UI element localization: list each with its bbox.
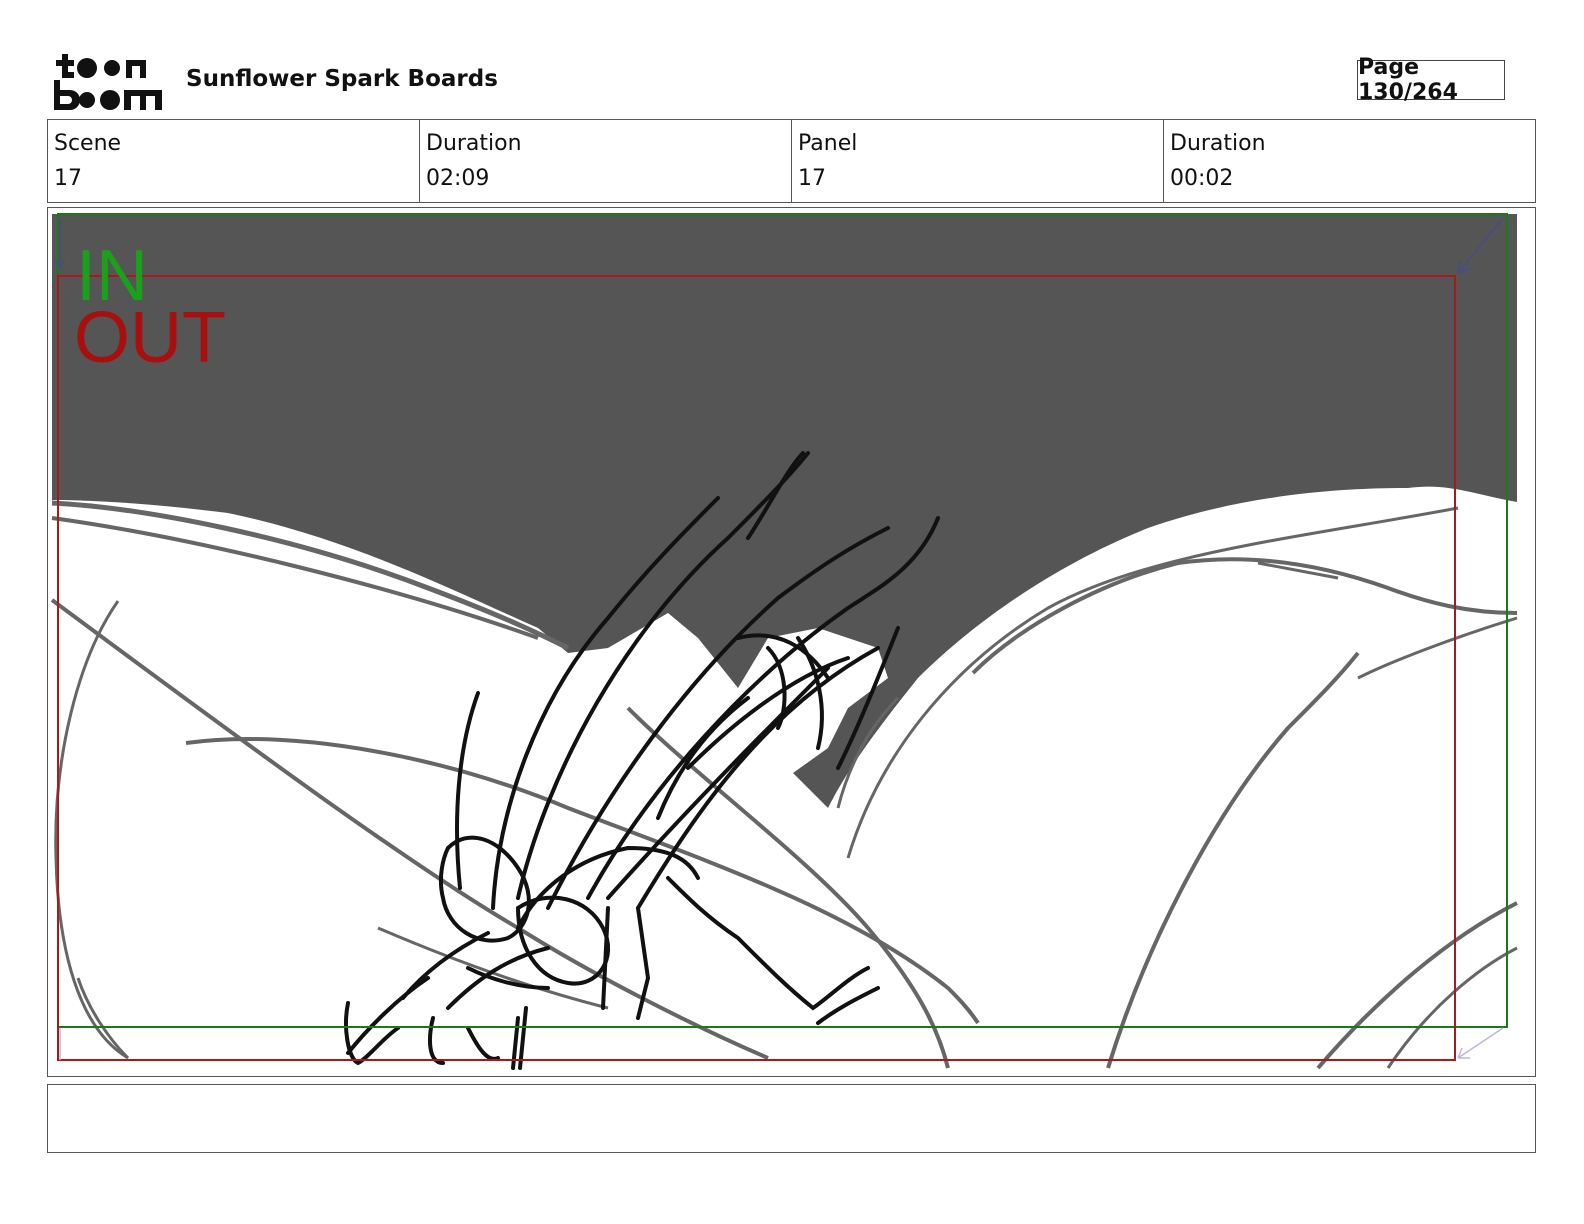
- scene-value: 17: [54, 166, 82, 191]
- page-number: Page 130/264: [1357, 55, 1505, 105]
- scene-duration-cell: Duration 02:09: [420, 120, 792, 202]
- scene-info-table: Scene 17 Duration 02:09 Panel 17 Duratio…: [47, 119, 1536, 203]
- out-label: OUT: [74, 298, 226, 378]
- storyboard-sketch: [50, 213, 1518, 1070]
- panel-duration-value: 00:02: [1170, 166, 1234, 191]
- panel-value: 17: [798, 166, 826, 191]
- scene-label: Scene: [54, 131, 122, 156]
- panel-duration-cell: Duration 00:02: [1164, 120, 1535, 202]
- scene-duration-value: 02:09: [426, 166, 490, 191]
- panel-label: Panel: [798, 131, 858, 156]
- project-title: Sunflower Spark Boards: [186, 66, 498, 92]
- scene-cell: Scene 17: [48, 120, 420, 202]
- panel-duration-label: Duration: [1170, 131, 1266, 156]
- scene-duration-label: Duration: [426, 131, 522, 156]
- panel-cell: Panel 17: [792, 120, 1164, 202]
- storyboard-panel: IN OUT: [47, 207, 1536, 1077]
- panel-notes-box: [47, 1084, 1536, 1153]
- toon-boom-logo-icon: [54, 54, 162, 110]
